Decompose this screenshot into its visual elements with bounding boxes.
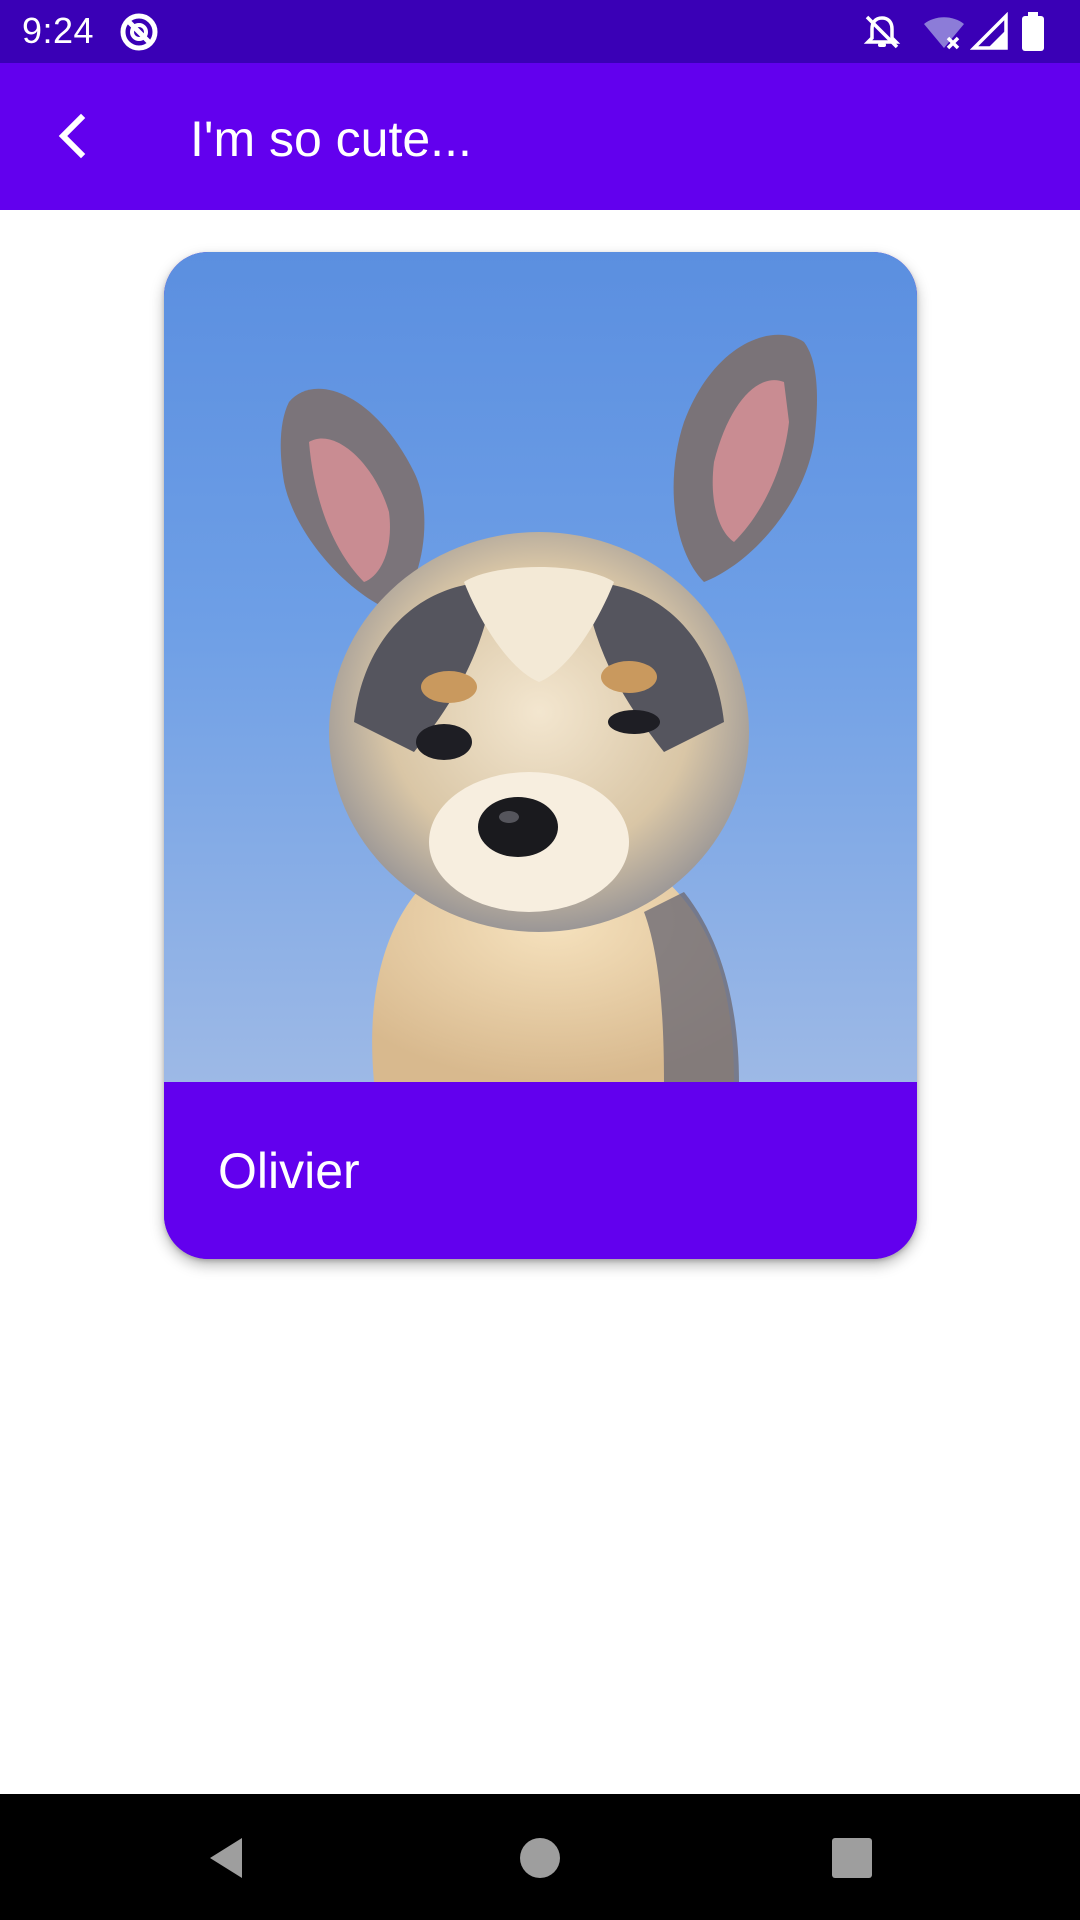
back-button[interactable] <box>40 103 106 169</box>
status-icons <box>862 12 1062 52</box>
nav-home-button[interactable] <box>514 1832 566 1884</box>
recents-square-icon <box>832 1838 872 1878</box>
chevron-left-icon <box>58 113 86 159</box>
card-caption: Olivier <box>164 1082 917 1259</box>
home-circle-icon <box>520 1838 560 1878</box>
pet-card[interactable]: Olivier <box>164 252 917 1259</box>
do-not-disturb-icon <box>118 11 160 53</box>
back-triangle-icon <box>210 1838 242 1878</box>
wifi-off-icon <box>924 17 964 50</box>
pet-name: Olivier <box>218 1143 360 1199</box>
app-bar: I'm so cute... <box>0 63 1080 210</box>
notifications-off-icon <box>863 15 901 49</box>
cell-signal-icon <box>970 12 1008 50</box>
status-time: 9:24 <box>22 10 95 51</box>
nav-recents-button[interactable] <box>826 1832 878 1884</box>
system-nav-bar <box>0 1794 1080 1920</box>
status-bar: 9:24 <box>0 0 1080 63</box>
battery-icon <box>1022 12 1044 51</box>
nav-back-button[interactable] <box>202 1832 254 1884</box>
puppy-photo <box>164 252 917 1082</box>
page-title: I'm so cute... <box>190 111 472 167</box>
